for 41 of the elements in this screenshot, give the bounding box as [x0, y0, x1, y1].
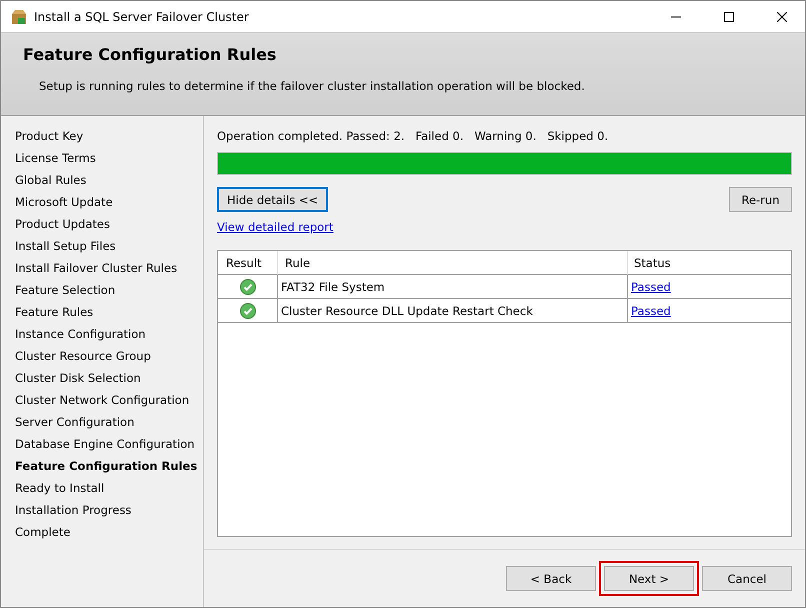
footer-button[interactable]: Next >: [604, 566, 694, 591]
sidebar-item[interactable]: Cluster Network Configuration: [15, 393, 203, 415]
page-title: Feature Configuration Rules: [23, 45, 278, 64]
footer-button[interactable]: < Back: [506, 566, 596, 591]
column-header: Status: [628, 251, 791, 275]
report-link[interactable]: View detailed report: [217, 220, 334, 234]
sidebar-item[interactable]: Database Engine Configuration: [15, 437, 203, 459]
maximize-icon[interactable]: [724, 12, 734, 22]
status-link[interactable]: Passed: [631, 280, 671, 294]
sidebar-item[interactable]: Cluster Disk Selection: [15, 371, 203, 393]
sidebar-item[interactable]: Feature Selection: [15, 283, 203, 305]
status-link[interactable]: Passed: [631, 304, 671, 318]
sidebar-item[interactable]: Install Failover Cluster Rules: [15, 261, 203, 283]
sidebar-item[interactable]: Install Setup Files: [15, 239, 203, 261]
page-description: Setup is running rules to determine if the failover cluster installation operation will be blocked.: [39, 79, 586, 93]
sidebar-item[interactable]: Feature Rules: [15, 305, 203, 327]
sidebar-item[interactable]: Ready to Install: [15, 481, 203, 503]
hide-details-button[interactable]: Hide details <<: [217, 187, 328, 212]
sidebar-item[interactable]: Product Key: [15, 129, 203, 151]
column-header: Rule: [278, 251, 628, 275]
check-icon: [240, 278, 256, 294]
column-header: Result: [218, 251, 278, 275]
sidebar-item[interactable]: Product Updates: [15, 217, 203, 239]
package-icon: [11, 8, 27, 24]
close-icon[interactable]: [777, 12, 787, 22]
sidebar-item[interactable]: License Terms: [15, 151, 203, 173]
sidebar-item[interactable]: Microsoft Update: [15, 195, 203, 217]
sidebar-item[interactable]: Server Configuration: [15, 415, 203, 437]
check-icon: [240, 302, 256, 318]
status-text: Operation completed. Passed: 2. Failed 0. Warning 0. Skipped 0.: [217, 129, 610, 143]
sidebar-item[interactable]: Complete: [15, 525, 203, 547]
sidebar-item[interactable]: Installation Progress: [15, 503, 203, 525]
sidebar-item[interactable]: Cluster Resource Group: [15, 349, 203, 371]
sidebar-item[interactable]: Feature Configuration Rules: [15, 459, 203, 481]
table-cell: FAT32 File System: [278, 275, 628, 299]
sidebar-item[interactable]: Global Rules: [15, 173, 203, 195]
table-cell: Cluster Resource DLL Update Restart Check: [278, 299, 628, 323]
window-title: Install a SQL Server Failover Cluster: [34, 10, 250, 24]
footer-button[interactable]: Cancel: [702, 566, 792, 591]
sidebar-item[interactable]: Instance Configuration: [15, 327, 203, 349]
rerun-button[interactable]: Re-run: [729, 187, 792, 212]
